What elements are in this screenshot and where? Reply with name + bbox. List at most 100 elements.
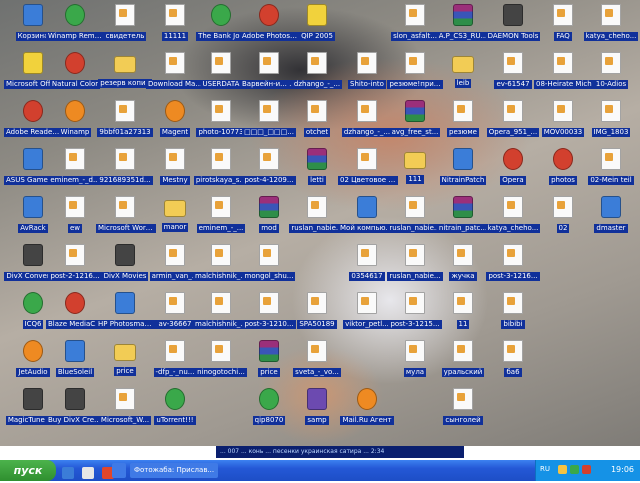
desktop-icon-label: nitrain_patc...	[436, 224, 490, 233]
start-button[interactable]: пуск	[0, 460, 56, 481]
watermark-text: YAPLAKAL.COM	[524, 446, 632, 459]
red-file-icon	[65, 52, 85, 74]
desktop-icon-label: NitrainPatch	[439, 176, 487, 185]
doc-file-icon	[165, 292, 185, 314]
doc-file-icon	[453, 292, 473, 314]
doc-file-icon	[259, 244, 279, 266]
desktop[interactable]: Корзина Winamp Remote свидетель 11111 The Ba…	[0, 0, 640, 446]
doc-file-icon	[405, 340, 425, 362]
tray-app-icon[interactable]	[558, 465, 567, 474]
desktop-icon-label: 10-Adios	[593, 80, 629, 89]
desktop-icon-label: viktor_petl...	[343, 320, 391, 329]
doc-file-icon	[165, 52, 185, 74]
green-file-icon	[259, 388, 279, 410]
icon-mail-agent[interactable]: Mail.Ru Агент	[338, 388, 396, 429]
yellow-file-icon	[23, 52, 43, 74]
doc-file-icon	[601, 4, 621, 26]
desktop-icon-label: 02-Mein teil	[588, 176, 634, 185]
desktop-icon-label: price	[114, 367, 136, 376]
desktop-icon-label: Mestny	[160, 176, 190, 185]
desktop-icon-label: USERDATA	[200, 80, 242, 89]
desktop-icon-label: свидетель	[103, 32, 147, 41]
green-file-icon	[65, 4, 85, 26]
taskbar-button[interactable]	[112, 463, 126, 478]
red-file-icon	[553, 148, 573, 170]
rar-file-icon	[307, 148, 327, 170]
red-file-icon	[259, 4, 279, 26]
green-file-icon	[23, 292, 43, 314]
desktop-icon-label: dzhango_-_...	[291, 80, 343, 89]
orange-file-icon	[357, 388, 377, 410]
clock: 19:06	[610, 465, 634, 474]
icon-utorrent[interactable]: uTorrent!!!	[146, 388, 204, 429]
purple-file-icon	[307, 388, 327, 410]
dark-file-icon	[115, 244, 135, 266]
doc-file-icon	[453, 244, 473, 266]
desktop-icon-label: The Bank Job	[196, 32, 246, 41]
orange-file-icon	[165, 100, 185, 122]
tray-network-icon[interactable]	[570, 465, 579, 474]
desktop-icon-label: Shito-into	[348, 80, 386, 89]
desktop-icon-label: eminem_-_d...	[48, 176, 102, 185]
desktop-icon-label: sveta_-_vo...	[293, 368, 341, 377]
desktop-icon-label: резерв копия	[98, 79, 152, 88]
icon-bibibi[interactable]: bibibi	[484, 292, 542, 333]
desktop-icon-label: price	[258, 368, 280, 377]
folder-file-icon	[404, 152, 426, 169]
desktop-icon-label: JetAudio	[16, 368, 50, 377]
icon-10-adios[interactable]: 10-Adios	[582, 52, 640, 93]
icon-dmaster[interactable]: dmaster	[582, 196, 640, 237]
doc-file-icon	[211, 196, 231, 218]
doc-file-icon	[165, 244, 185, 266]
desktop-icon-label: Natural Color	[49, 80, 101, 89]
desktop-icon-label: mongol_shu...	[242, 272, 296, 281]
folder-file-icon	[114, 56, 136, 73]
doc-file-icon	[553, 4, 573, 26]
green-file-icon	[165, 388, 185, 410]
icon-qip-2005[interactable]: QIP 2005	[288, 4, 346, 45]
doc-file-icon	[115, 196, 135, 218]
doc-file-icon	[357, 52, 377, 74]
media-player-bar[interactable]: ... 007 ... конь ... песенки украинская …	[216, 446, 464, 458]
doc-file-icon	[259, 52, 279, 74]
desktop-icon-label: резюме	[447, 128, 479, 137]
tray-antivirus-icon[interactable]	[582, 465, 591, 474]
doc-file-icon	[601, 148, 621, 170]
app-file-icon	[357, 196, 377, 218]
icon-ba6[interactable]: ба6	[484, 340, 542, 381]
doc-file-icon	[307, 52, 327, 74]
rar-file-icon	[259, 196, 279, 218]
icon-02-mein-teil[interactable]: 02-Mein teil	[582, 148, 640, 189]
desktop-icon-label: samp	[305, 416, 329, 425]
dark-file-icon	[503, 4, 523, 26]
doc-file-icon	[259, 148, 279, 170]
show-desktop-icon[interactable]	[82, 467, 95, 479]
doc-file-icon	[115, 388, 135, 410]
icon-mongol-shu[interactable]: mongol_shu...	[240, 244, 298, 285]
desktop-icon-label: BlueSoleil	[55, 368, 95, 377]
desktop-icon-label: 9bbf01a27313	[97, 128, 153, 137]
browser-icon[interactable]	[62, 467, 74, 479]
icon-sveta[interactable]: sveta_-_vo...	[288, 340, 346, 381]
desktop-icon-label: manor	[161, 223, 189, 232]
app-file-icon	[23, 4, 43, 26]
doc-file-icon	[503, 292, 523, 314]
doc-file-icon	[211, 52, 231, 74]
taskbar-button[interactable]: Фотожаба: Прислав...	[130, 463, 218, 478]
icon-img-1803[interactable]: IMG_1803	[582, 100, 640, 141]
app-file-icon	[601, 196, 621, 218]
doc-file-icon	[503, 100, 523, 122]
icon-uralskiy-2[interactable]: сынголей	[434, 388, 492, 429]
desktop-icon-label: katya_cheho...	[485, 224, 541, 233]
doc-file-icon	[165, 148, 185, 170]
desktop-icon-label: MOV00033	[541, 128, 585, 137]
doc-file-icon	[211, 340, 231, 362]
icon-katya-1[interactable]: katya_cheho...	[582, 4, 640, 45]
desktop-icon-label: eminem_-_...	[196, 224, 246, 233]
desktop-icon-label: 0354617	[349, 272, 385, 281]
language-indicator[interactable]: RU	[540, 465, 550, 473]
doc-file-icon	[503, 52, 523, 74]
desktop-icon-label: Opera	[500, 176, 526, 185]
rar-file-icon	[453, 196, 473, 218]
icon-post-3-1216[interactable]: post-3-1216...	[484, 244, 542, 285]
